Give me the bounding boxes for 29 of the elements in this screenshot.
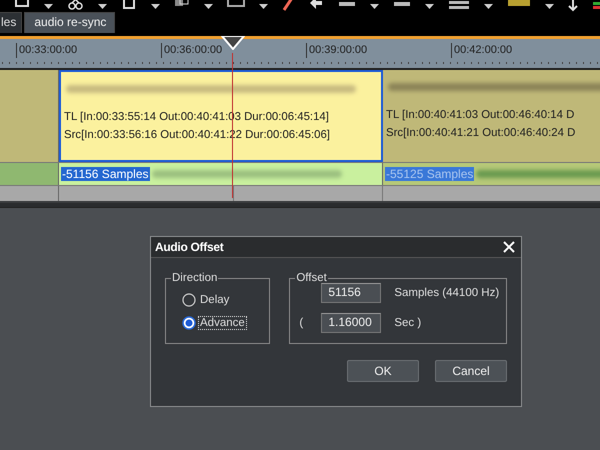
seconds-field[interactable]: 1.16000: [321, 313, 382, 333]
close-icon[interactable]: [503, 241, 515, 253]
cancel-button[interactable]: Cancel: [435, 360, 507, 382]
unit-label: Samples (44100 Hz): [394, 287, 500, 299]
group-title: Offset: [295, 272, 328, 284]
paren-label: (: [299, 317, 304, 329]
tab[interactable]: audio re-sync: [24, 12, 116, 33]
clip-label: -51156 Samples: [61, 167, 150, 181]
timeline-timecode: TL [In:00:40:41:03 Out:00:46:40:14 D: [386, 108, 576, 123]
source-timecode: Src[In:00:40:41:21 Out:00:46:40:24 D: [386, 126, 576, 141]
dialog-title: Audio Offset: [155, 240, 224, 254]
radio-label[interactable]: Advance: [199, 317, 246, 329]
down-arrow-icon: [568, 0, 578, 12]
clip-tool-icon[interactable]: [121, 0, 137, 12]
audio-clip[interactable]: -51156 Samples: [59, 163, 383, 185]
tab[interactable]: les: [0, 12, 22, 33]
clip-label: -55125 Samples: [385, 167, 474, 181]
ruler-label: 00:39:00:00: [306, 43, 451, 58]
unit-label: Sec ): [394, 317, 422, 329]
group-title: Direction: [171, 272, 218, 284]
ok-button[interactable]: OK: [347, 360, 419, 382]
radio-button[interactable]: [182, 316, 196, 330]
ruler-label: 00:33:00:00: [16, 43, 161, 58]
ruler-label: 00:42:00:00: [451, 43, 596, 58]
pen-tool-icon[interactable]: [282, 0, 294, 12]
radio-label[interactable]: Delay: [199, 294, 230, 306]
scissors-icon: [67, 0, 84, 12]
samples-field[interactable]: 51156: [321, 283, 382, 303]
lines-tool-icon[interactable]: [448, 0, 470, 12]
